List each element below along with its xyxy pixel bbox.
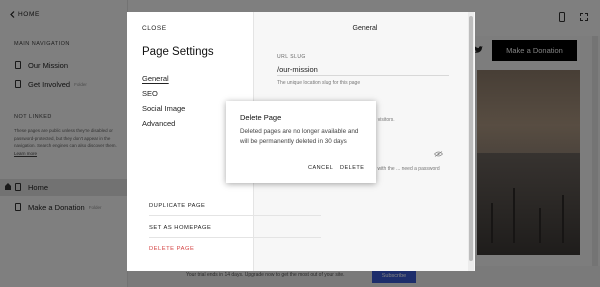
settings-scrollbar-thumb[interactable]: [469, 16, 473, 261]
dialog-message: Deleted pages are no longer available an…: [240, 128, 359, 145]
tab-advanced[interactable]: Advanced: [142, 119, 175, 128]
dialog-title: Delete Page: [240, 113, 282, 122]
eye-icon[interactable]: [434, 151, 443, 157]
duplicate-page-button[interactable]: DUPLICATE PAGE: [149, 196, 321, 216]
tab-general[interactable]: General: [142, 74, 169, 83]
cancel-button[interactable]: CANCEL: [308, 165, 333, 171]
set-as-homepage-button[interactable]: SET AS HOMEPAGE: [149, 218, 321, 238]
settings-scrollbar[interactable]: [468, 12, 474, 271]
confirm-delete-button[interactable]: DELETE: [340, 165, 364, 171]
url-slug-description: The unique location slug for this page: [277, 80, 361, 86]
tab-social-image[interactable]: Social Image: [142, 104, 185, 113]
delete-page-dialog: Delete Page Deleted pages are no longer …: [226, 101, 376, 183]
close-button[interactable]: CLOSE: [142, 25, 167, 32]
url-slug-label: URL SLUG: [277, 54, 306, 60]
page-settings-title: Page Settings: [142, 46, 214, 58]
tab-seo[interactable]: SEO: [142, 89, 158, 98]
url-slug-input[interactable]: [277, 63, 449, 76]
delete-page-button[interactable]: DELETE PAGE: [149, 239, 321, 259]
section-title: General: [352, 25, 378, 32]
